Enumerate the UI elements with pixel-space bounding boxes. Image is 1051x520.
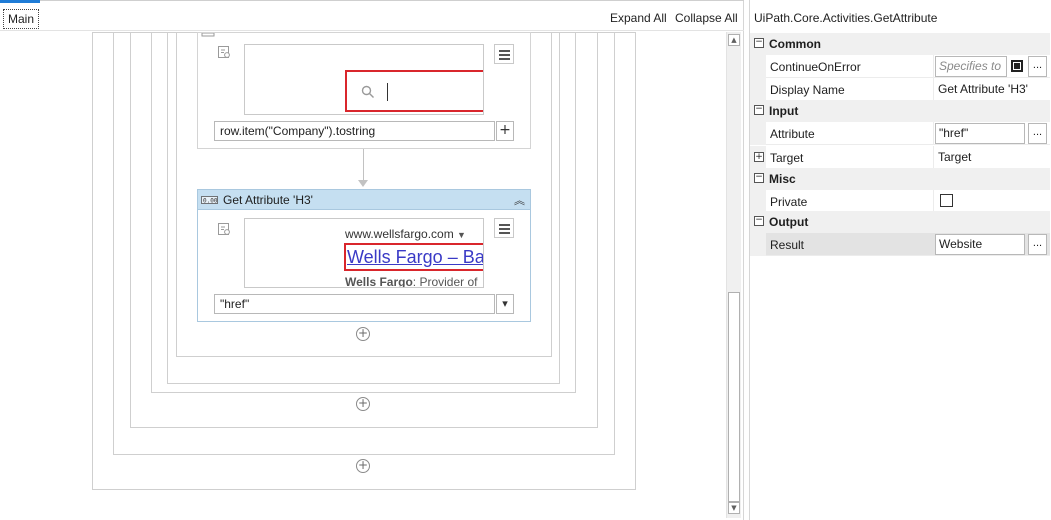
continue-on-error-input[interactable]: Specifies to: [935, 56, 1007, 77]
row-gutter: [750, 190, 766, 213]
collapse-all-link[interactable]: Collapse All: [675, 11, 738, 25]
activity-icon-partial: [201, 33, 215, 37]
category-output[interactable]: − Output: [750, 211, 1050, 233]
svg-text:0.00: 0.00: [203, 198, 218, 205]
properties-activity-type: UiPath.Core.Activities.GetAttribute: [754, 11, 938, 25]
get-attribute-icon: 0.00: [201, 196, 218, 205]
preview-url: www.wellsfargo.com: [345, 227, 454, 241]
collapse-activity-icon[interactable]: ︽: [514, 192, 525, 208]
activity-card-type-into[interactable]: row.item("Company").tostring +: [197, 32, 531, 149]
collapse-toggle-icon[interactable]: −: [754, 38, 764, 48]
display-name-value[interactable]: Get Attribute 'H3': [938, 82, 1028, 96]
category-label: Common: [769, 37, 821, 51]
search-icon: [361, 85, 374, 98]
activity-card-get-attribute[interactable]: 0.00 Get Attribute 'H3' ︽ www.wellsfargo…: [197, 189, 531, 322]
preview-link: Wells Fargo – Ba: [347, 247, 484, 267]
category-label: Output: [769, 215, 809, 229]
private-checkbox[interactable]: [940, 194, 953, 207]
property-row-private[interactable]: Private: [750, 190, 1050, 213]
breadcrumb-main[interactable]: Main: [3, 9, 40, 29]
activity-header[interactable]: 0.00 Get Attribute 'H3' ︽: [198, 190, 530, 210]
selected-element-highlight: [345, 70, 483, 112]
indicate-element-icon[interactable]: [217, 45, 231, 59]
column-divider: [933, 190, 934, 213]
checkbox-indeterminate-mark: [1014, 63, 1020, 69]
column-divider: [933, 78, 934, 101]
attribute-ellipsis-button[interactable]: ...: [1028, 123, 1047, 144]
text-expression-field[interactable]: row.item("Company").tostring: [214, 121, 495, 141]
preview-url-dropdown-icon: ▼: [457, 230, 466, 240]
property-name: Attribute: [770, 127, 815, 141]
workflow-designer: Main Expand All Collapse All row.item("C…: [0, 0, 744, 520]
add-expression-button[interactable]: +: [496, 121, 514, 141]
property-row-display-name[interactable]: Display Name Get Attribute 'H3': [750, 78, 1050, 101]
property-row-attribute[interactable]: Attribute "href" ...: [750, 122, 1050, 145]
category-label: Misc: [769, 172, 796, 186]
property-name: Private: [770, 195, 808, 209]
connector-line: [363, 149, 364, 181]
add-activity-button[interactable]: +: [356, 459, 370, 473]
row-gutter: [750, 233, 766, 256]
attribute-field[interactable]: "href": [214, 294, 495, 314]
property-name: Result: [770, 238, 805, 252]
add-activity-button[interactable]: +: [356, 327, 370, 341]
scroll-down-button[interactable]: ▼: [728, 502, 740, 514]
result-input[interactable]: Website: [935, 234, 1025, 255]
continue-on-error-checkbox[interactable]: [1011, 60, 1023, 72]
activity-menu-button[interactable]: [494, 44, 514, 64]
property-row-target[interactable]: + Target Target: [750, 146, 1050, 169]
activity-title[interactable]: Get Attribute 'H3': [223, 193, 313, 207]
vertical-scrollbar[interactable]: ▲ ▼: [726, 32, 741, 518]
continue-on-error-ellipsis-button[interactable]: ...: [1028, 56, 1047, 77]
scroll-thumb[interactable]: [728, 292, 740, 502]
row-gutter: [750, 78, 766, 101]
row-gutter: [750, 122, 766, 145]
top-divider: [40, 0, 744, 1]
preview-desc-bold: Wells Fargo: [345, 275, 413, 288]
activity-menu-button[interactable]: [494, 218, 514, 238]
column-divider: [933, 55, 934, 78]
attribute-dropdown-button[interactable]: ▾: [496, 294, 514, 314]
property-row-result[interactable]: Result Website ...: [750, 233, 1050, 256]
property-row-continue-on-error[interactable]: ContinueOnError Specifies to ...: [750, 55, 1050, 78]
expand-target-icon[interactable]: +: [754, 152, 764, 162]
property-name: Target: [770, 151, 804, 165]
preview-description: Wells Fargo: Provider of: [345, 275, 478, 288]
attribute-input[interactable]: "href": [935, 123, 1025, 144]
selected-element-highlight: Wells Fargo – Ba: [344, 243, 484, 271]
category-misc[interactable]: − Misc: [750, 168, 1050, 190]
element-screenshot: [244, 44, 484, 115]
collapse-toggle-icon[interactable]: −: [754, 216, 764, 226]
text-cursor: [387, 83, 388, 101]
collapse-toggle-icon[interactable]: −: [754, 105, 764, 115]
properties-panel: UiPath.Core.Activities.GetAttribute − Co…: [749, 0, 1051, 520]
designer-header: Main Expand All Collapse All: [0, 3, 744, 31]
row-gutter: [750, 55, 766, 78]
add-activity-button[interactable]: +: [356, 397, 370, 411]
target-value[interactable]: Target: [938, 150, 971, 164]
preview-url-text: www.wellsfargo.com ▼: [345, 227, 466, 241]
column-divider: [933, 146, 934, 169]
category-input[interactable]: − Input: [750, 100, 1050, 122]
category-common[interactable]: − Common: [750, 33, 1050, 55]
preview-desc-rest: : Provider of: [412, 275, 478, 288]
category-label: Input: [769, 104, 799, 118]
element-screenshot: www.wellsfargo.com ▼ Wells Fargo – Ba We…: [244, 218, 484, 288]
connector-arrow: [358, 180, 368, 187]
property-name: ContinueOnError: [770, 60, 861, 74]
scroll-up-button[interactable]: ▲: [728, 34, 740, 46]
indicate-element-icon[interactable]: [217, 222, 231, 236]
property-name: Display Name: [770, 83, 845, 97]
result-ellipsis-button[interactable]: ...: [1028, 234, 1047, 255]
expand-all-link[interactable]: Expand All: [610, 11, 667, 25]
column-divider: [933, 122, 934, 145]
collapse-toggle-icon[interactable]: −: [754, 173, 764, 183]
